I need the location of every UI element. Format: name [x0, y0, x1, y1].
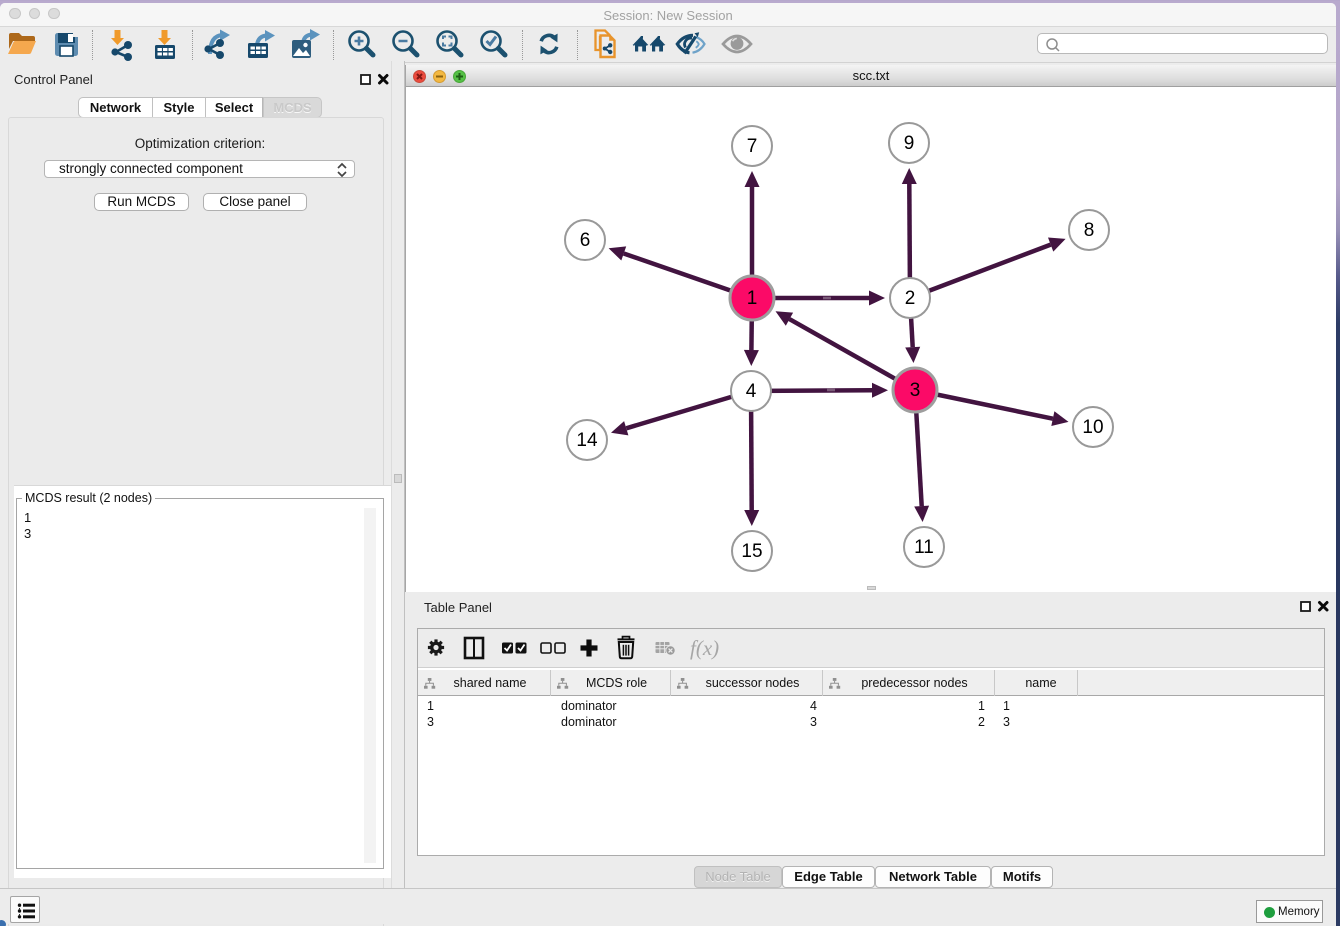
svg-text:f(x): f(x): [690, 636, 719, 660]
svg-text:3: 3: [910, 380, 921, 401]
svg-text:6: 6: [580, 230, 591, 251]
svg-text:11: 11: [914, 537, 934, 558]
svg-text:10: 10: [1082, 417, 1103, 438]
svg-text:1: 1: [747, 288, 758, 309]
svg-text:15: 15: [741, 541, 762, 562]
svg-text:8: 8: [1084, 220, 1095, 241]
svg-text:2: 2: [905, 288, 916, 309]
svg-text:7: 7: [747, 136, 758, 157]
svg-text:14: 14: [576, 430, 598, 451]
svg-text:9: 9: [904, 133, 915, 154]
svg-text:4: 4: [746, 381, 757, 402]
